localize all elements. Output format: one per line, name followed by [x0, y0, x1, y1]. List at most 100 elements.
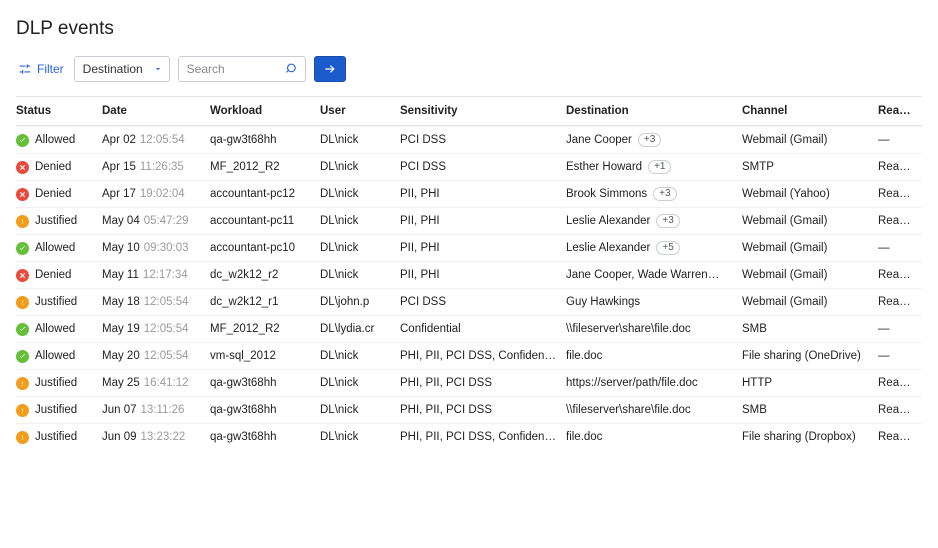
workload-cell: qa-gw3t68hh	[210, 404, 320, 416]
table-row[interactable]: JustifiedMay 0405:47:29accountant-pc11DL…	[16, 207, 922, 234]
sensitivity-cell: PHI, PII, PCI DSS	[400, 377, 566, 389]
reason-cell: Reason …	[878, 188, 922, 200]
reason-cell: Reason …	[878, 161, 922, 173]
col-channel[interactable]: Channel	[742, 105, 878, 117]
status-icon	[16, 350, 29, 363]
count-badge: +3	[656, 214, 679, 228]
channel-cell: HTTP	[742, 377, 878, 389]
page-title: DLP events	[16, 18, 922, 40]
sensitivity-cell: PCI DSS	[400, 134, 566, 146]
reason-cell: —	[878, 350, 922, 362]
col-reason[interactable]: Reason	[878, 105, 922, 117]
sliders-icon	[18, 62, 32, 76]
status-text: Justified	[35, 431, 77, 443]
user-cell: DL\nick	[320, 404, 400, 416]
date-cell: May 1812:05:54	[102, 296, 210, 308]
table-row[interactable]: Justified Jun 0913:23:22qa-gw3t68hhDL\nic…	[16, 423, 922, 450]
col-status[interactable]: Status	[16, 105, 102, 117]
date-cell: Jun 0913:23:22	[102, 431, 210, 443]
user-cell: DL\nick	[320, 350, 400, 362]
workload-cell: MF_2012_R2	[210, 323, 320, 335]
date-cell: Apr 1511:26:35	[102, 161, 210, 173]
channel-cell: Webmail (Gmail)	[742, 215, 878, 227]
col-sensitivity[interactable]: Sensitivity	[400, 105, 566, 117]
table-row[interactable]: AllowedMay 2012:05:54vm-sql_2012DL\nickP…	[16, 342, 922, 369]
toolbar: Filter Destination	[16, 56, 922, 82]
filter-button[interactable]: Filter	[16, 58, 66, 80]
status-icon	[16, 323, 29, 336]
destination-cell: \\fileserver\share\file.doc	[566, 404, 742, 416]
status-text: Denied	[35, 188, 71, 200]
col-workload[interactable]: Workload	[210, 105, 320, 117]
sensitivity-cell: PHI, PII, PCI DSS, Confidential	[400, 431, 566, 443]
date-cell: Apr 1719:02:04	[102, 188, 210, 200]
reason-cell: Reason …	[878, 215, 922, 227]
table-row[interactable]: DeniedApr 1511:26:35MF_2012_R2DL\nickPCI…	[16, 153, 922, 180]
sensitivity-cell: PII, PHI	[400, 269, 566, 281]
status-icon	[16, 269, 29, 282]
status-text: Justified	[35, 296, 77, 308]
table-row[interactable]: DeniedMay 1112:17:34dc_w2k12_r2DL\nickPI…	[16, 261, 922, 288]
workload-cell: dc_w2k12_r1	[210, 296, 320, 308]
search-icon	[286, 63, 299, 76]
col-user[interactable]: User	[320, 105, 400, 117]
table-row[interactable]: JustifiedMay 1812:05:54dc_w2k12_r1DL\joh…	[16, 288, 922, 315]
date-cell: May 2516:41:12	[102, 377, 210, 389]
count-badge: +1	[648, 160, 671, 174]
count-badge: +3	[653, 187, 676, 201]
date-cell: May 0405:47:29	[102, 215, 210, 227]
status-icon	[16, 404, 29, 417]
status-icon	[16, 296, 29, 309]
reason-cell: Reason …	[878, 431, 922, 443]
submit-button[interactable]	[314, 56, 346, 82]
table-row[interactable]: AllowedMay 1009:30:03accountant-pc10DL\n…	[16, 234, 922, 261]
sensitivity-cell: PHI, PII, PCI DSS, Confidential	[400, 350, 566, 362]
reason-cell: —	[878, 323, 922, 335]
date-cell: Jun 0713:11:26	[102, 404, 210, 416]
status-text: Justified	[35, 404, 77, 416]
status-text: Denied	[35, 161, 71, 173]
user-cell: DL\nick	[320, 134, 400, 146]
reason-cell: Reason …	[878, 269, 922, 281]
col-date[interactable]: Date	[102, 105, 210, 117]
table-row[interactable]: DeniedApr 1719:02:04accountant-pc12DL\ni…	[16, 180, 922, 207]
workload-cell: qa-gw3t68hh	[210, 431, 320, 443]
table-row[interactable]: AllowedApr 0212:05:54qa-gw3t68hhDL\nickP…	[16, 126, 922, 153]
table-row[interactable]: Justified Jun 0713:11:26qa-gw3t68hhDL\nic…	[16, 396, 922, 423]
col-destination[interactable]: Destination	[566, 105, 742, 117]
workload-cell: dc_w2k12_r2	[210, 269, 320, 281]
reason-cell: —	[878, 242, 922, 254]
workload-cell: qa-gw3t68hh	[210, 134, 320, 146]
reason-cell: Reason …	[878, 296, 922, 308]
workload-cell: MF_2012_R2	[210, 161, 320, 173]
status-icon	[16, 161, 29, 174]
date-cell: Apr 0212:05:54	[102, 134, 210, 146]
channel-cell: Webmail (Gmail)	[742, 134, 878, 146]
channel-cell: Webmail (Gmail)	[742, 242, 878, 254]
chevron-down-icon	[153, 64, 163, 74]
destination-cell: \\fileserver\share\file.doc	[566, 323, 742, 335]
status-text: Denied	[35, 269, 71, 281]
status-icon	[16, 431, 29, 444]
channel-cell: Webmail (Gmail)	[742, 269, 878, 281]
destination-select[interactable]: Destination	[74, 56, 170, 82]
destination-cell: Leslie Alexander+3	[566, 214, 742, 228]
status-cell: Allowed	[16, 242, 102, 255]
user-cell: DL\nick	[320, 188, 400, 200]
table-row[interactable]: AllowedMay 1912:05:54MF_2012_R2DL\lydia.…	[16, 315, 922, 342]
user-cell: DL\nick	[320, 161, 400, 173]
destination-cell: Jane Cooper+3	[566, 133, 742, 147]
sensitivity-cell: PHI, PII, PCI DSS	[400, 404, 566, 416]
status-cell: Allowed	[16, 323, 102, 336]
reason-cell: Reason …	[878, 377, 922, 389]
status-cell: Allowed	[16, 134, 102, 147]
status-icon	[16, 188, 29, 201]
filter-label: Filter	[37, 62, 64, 76]
arrow-right-icon	[323, 62, 337, 76]
channel-cell: SMTP	[742, 161, 878, 173]
user-cell: DL\nick	[320, 431, 400, 443]
status-cell: Denied	[16, 188, 102, 201]
destination-cell: file.doc	[566, 350, 742, 362]
destination-cell: Jane Cooper, Wade Warren+3	[566, 268, 742, 282]
table-row[interactable]: JustifiedMay 2516:41:12qa-gw3t68hhDL\nic…	[16, 369, 922, 396]
